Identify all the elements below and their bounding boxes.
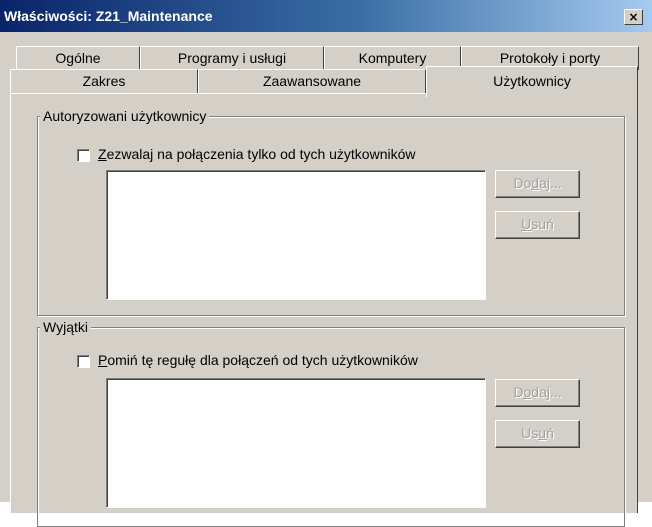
tab-panel-users: Autoryzowani użytkownicy Zezwalaj na poł… bbox=[10, 93, 638, 527]
tab-label: Zakres bbox=[82, 73, 126, 89]
close-button[interactable]: × bbox=[624, 9, 643, 25]
tab-label: Użytkownicy bbox=[493, 73, 571, 89]
close-icon: × bbox=[628, 10, 639, 24]
skip-rule-users-label[interactable]: Pomiń tę regułę dla połączeń od tych uży… bbox=[98, 352, 418, 368]
tab-users[interactable]: Użytkownicy bbox=[426, 66, 638, 97]
add-exception-user-button[interactable]: Dodaj... bbox=[495, 379, 580, 407]
tab-label: Programy i usługi bbox=[177, 50, 287, 66]
tab-general[interactable]: Ogólne bbox=[16, 46, 140, 70]
window-title: Właściwości: Z21_Maintenance bbox=[4, 8, 213, 24]
remove-authorized-user-button[interactable]: Usuń bbox=[495, 211, 580, 239]
tab-advanced[interactable]: Zaawansowane bbox=[198, 69, 426, 93]
tab-scope[interactable]: Zakres bbox=[10, 69, 198, 93]
remove-exception-user-button[interactable]: Usuń bbox=[495, 420, 580, 448]
skip-rule-users-checkbox[interactable] bbox=[77, 355, 90, 368]
authorized-users-list[interactable] bbox=[106, 170, 486, 300]
tab-programs-services[interactable]: Programy i usługi bbox=[140, 46, 324, 70]
allow-only-users-label[interactable]: Zezwalaj na połączenia tylko od tych uży… bbox=[98, 146, 416, 162]
exception-users-list[interactable] bbox=[106, 378, 486, 508]
exceptions-group-label: Wyjątki bbox=[40, 319, 91, 335]
allow-only-users-checkbox[interactable] bbox=[77, 149, 90, 162]
properties-dialog: Właściwości: Z21_Maintenance × Ogólne Pr… bbox=[0, 0, 652, 527]
tab-label: Komputery bbox=[358, 50, 427, 66]
tab-label: Ogólne bbox=[55, 50, 101, 66]
title-bar[interactable]: Właściwości: Z21_Maintenance × bbox=[0, 0, 652, 32]
tab-label: Zaawansowane bbox=[262, 73, 362, 89]
add-authorized-user-button[interactable]: Dodaj... bbox=[495, 170, 580, 198]
authorized-users-group-label: Autoryzowani użytkownicy bbox=[40, 108, 210, 124]
